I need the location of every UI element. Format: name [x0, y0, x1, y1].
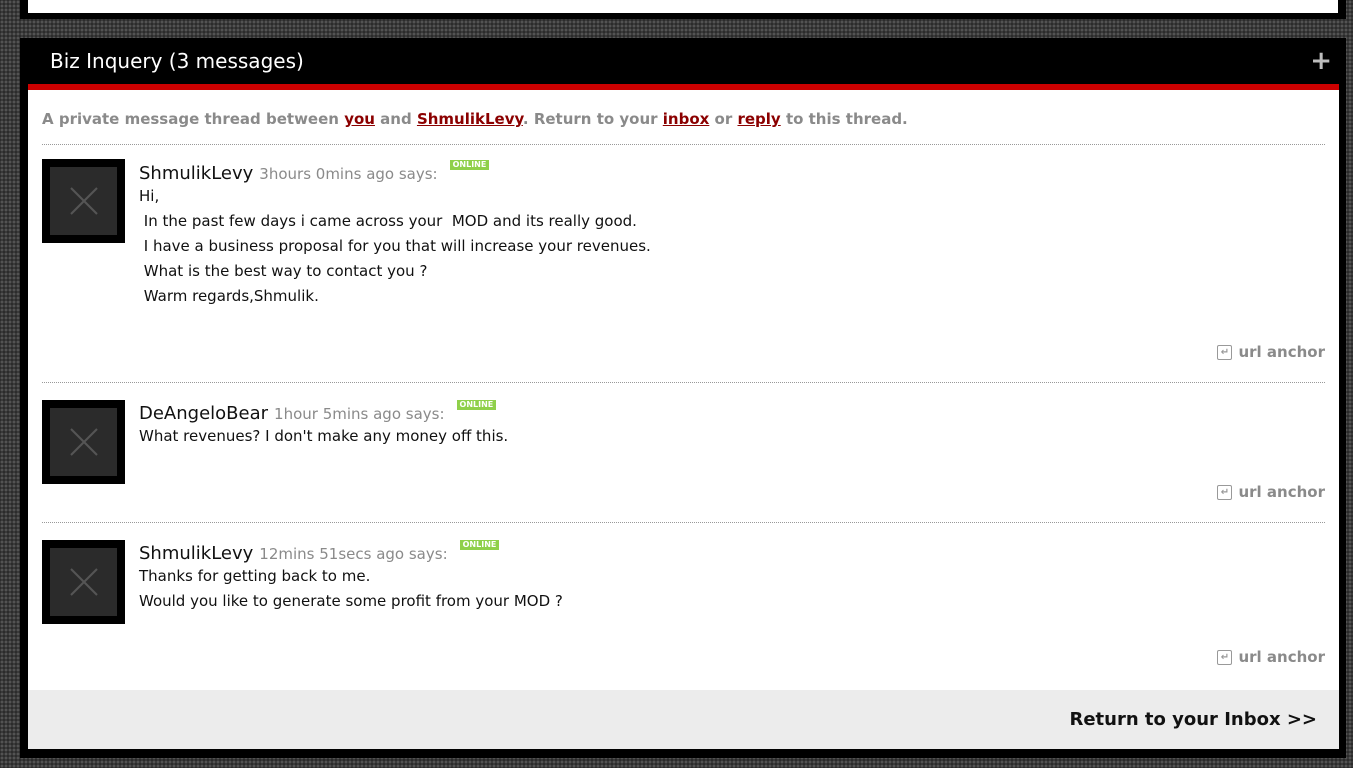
return-to-inbox-link[interactable]: Return to your Inbox >>	[1069, 709, 1317, 730]
thread-footer: Return to your Inbox >>	[28, 690, 1339, 749]
avatar[interactable]	[42, 400, 125, 484]
message-line: Hi,	[139, 187, 160, 205]
message-content: ShmulikLevy 3hours 0mins ago says: ONLIN…	[139, 145, 1325, 309]
intro-text: . Return to your	[522, 110, 663, 128]
thread-panel: Biz Inquery (3 messages) + A private mes…	[20, 38, 1346, 758]
message-line: I have a business proposal for you that …	[139, 237, 651, 255]
avatar-placeholder	[50, 167, 117, 235]
thread-header: Biz Inquery (3 messages) +	[20, 38, 1346, 84]
url-anchor-link[interactable]: ↵ url anchor	[1217, 648, 1325, 666]
return-anchor-icon: ↵	[1217, 344, 1233, 360]
thread-title: Biz Inquery (3 messages)	[50, 49, 304, 73]
author-name[interactable]: ShmulikLevy	[139, 163, 253, 184]
you-link[interactable]: you	[344, 110, 375, 128]
message-item: DeAngeloBear 1hour 5mins ago says: ONLIN…	[42, 383, 1325, 523]
message-line: Would you like to generate some profit f…	[139, 592, 563, 610]
avatar[interactable]	[42, 159, 125, 243]
intro-text: or	[709, 110, 738, 128]
message-time: 12mins 51secs ago says:	[259, 545, 448, 563]
message-line: What revenues? I don't make any money of…	[139, 427, 509, 445]
reply-link[interactable]: reply	[737, 110, 780, 128]
message-header: DeAngeloBear 1hour 5mins ago says: ONLIN…	[139, 400, 1325, 424]
url-anchor-link[interactable]: ↵ url anchor	[1217, 343, 1325, 361]
message-time: 3hours 0mins ago says:	[259, 165, 438, 183]
message-content: DeAngeloBear 1hour 5mins ago says: ONLIN…	[139, 383, 1325, 449]
message-line: Thanks for getting back to me.	[139, 567, 371, 585]
online-badge: ONLINE	[459, 540, 500, 550]
placeholder-x-icon	[69, 428, 98, 456]
author-name[interactable]: DeAngeloBear	[139, 403, 268, 424]
url-anchor-link[interactable]: ↵ url anchor	[1217, 483, 1325, 501]
message-time: 1hour 5mins ago says:	[274, 405, 445, 423]
message-item: ShmulikLevy 12mins 51secs ago says: ONLI…	[42, 523, 1325, 683]
message-line: In the past few days i came across your …	[139, 212, 637, 230]
intro-text: A private message thread between	[42, 110, 345, 128]
previous-panel-bottom	[20, 0, 1346, 19]
placeholder-x-icon	[69, 568, 98, 596]
avatar-placeholder	[50, 408, 117, 476]
url-anchor-label: url anchor	[1238, 648, 1325, 666]
avatar[interactable]	[42, 540, 125, 624]
online-badge: ONLINE	[456, 400, 497, 410]
message-header: ShmulikLevy 3hours 0mins ago says: ONLIN…	[139, 160, 1325, 184]
previous-panel-content	[28, 0, 1338, 13]
user-profile-link[interactable]: ShmulikLevy	[417, 110, 523, 128]
url-anchor-label: url anchor	[1238, 343, 1325, 361]
plus-icon[interactable]: +	[1310, 48, 1332, 74]
avatar-placeholder	[50, 548, 117, 616]
url-anchor-label: url anchor	[1238, 483, 1325, 501]
return-anchor-icon: ↵	[1217, 484, 1233, 500]
message-header: ShmulikLevy 12mins 51secs ago says: ONLI…	[139, 540, 1325, 564]
message-item: ShmulikLevy 3hours 0mins ago says: ONLIN…	[42, 145, 1325, 383]
return-anchor-icon: ↵	[1217, 649, 1233, 665]
inbox-link[interactable]: inbox	[663, 110, 710, 128]
intro-text: to this thread.	[780, 110, 908, 128]
message-line: What is the best way to contact you ?	[139, 262, 428, 280]
thread-intro: A private message thread between you and…	[42, 90, 1325, 145]
message-line: Warm regards,Shmulik.	[139, 287, 319, 305]
online-badge: ONLINE	[449, 160, 490, 170]
intro-text: and	[374, 110, 417, 128]
author-name[interactable]: ShmulikLevy	[139, 543, 253, 564]
thread-body: A private message thread between you and…	[28, 90, 1339, 690]
placeholder-x-icon	[69, 187, 98, 215]
message-content: ShmulikLevy 12mins 51secs ago says: ONLI…	[139, 523, 1325, 614]
